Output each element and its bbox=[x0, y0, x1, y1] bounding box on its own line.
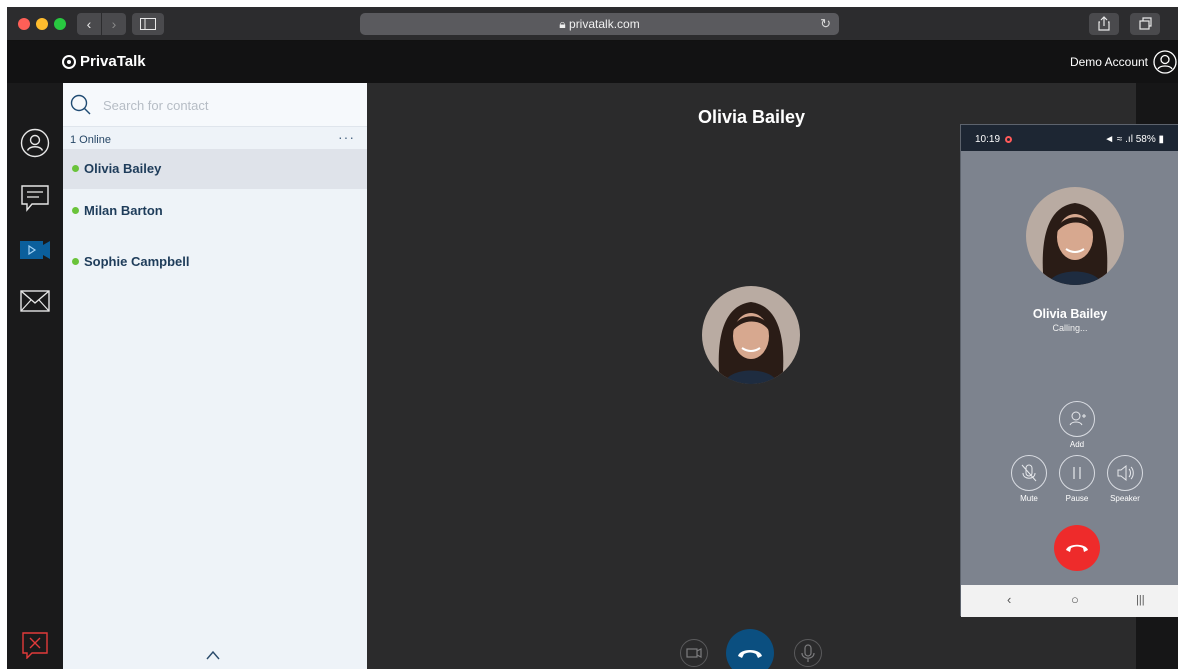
messages-icon[interactable] bbox=[20, 183, 50, 213]
contact-search bbox=[63, 83, 367, 127]
mute-button[interactable] bbox=[1011, 455, 1047, 491]
contact-name: Milan Barton bbox=[84, 203, 163, 218]
mute-icon bbox=[1021, 464, 1037, 482]
minimize-window-button[interactable] bbox=[36, 18, 48, 30]
battery-icon: ▮ bbox=[1155, 134, 1164, 145]
share-icon bbox=[1098, 16, 1110, 31]
hang-up-icon bbox=[738, 650, 762, 658]
pause-button[interactable] bbox=[1059, 455, 1095, 491]
contacts-icon[interactable] bbox=[20, 128, 50, 158]
phone-time: 10:19 bbox=[975, 134, 1001, 145]
phone-battery: ◄ ≈ .ıl 58% ▮ bbox=[1104, 134, 1164, 145]
left-nav-rail bbox=[7, 83, 63, 669]
phone-call-status: Calling... bbox=[1052, 323, 1088, 333]
phone-back-button[interactable]: ‹ bbox=[1007, 592, 1011, 607]
add-label: Add bbox=[1069, 440, 1085, 449]
contact-item-milan-barton[interactable]: Milan Barton bbox=[63, 191, 367, 231]
microphone-toggle-button[interactable] bbox=[794, 639, 822, 667]
recording-icon bbox=[1005, 136, 1012, 143]
url-text: privatalk.com bbox=[569, 17, 640, 31]
sidebar-toggle-button[interactable] bbox=[132, 13, 164, 35]
browser-toolbar: ‹ › 🔒︎ privatalk.com ↻ bbox=[7, 7, 1178, 41]
speaker-button[interactable] bbox=[1107, 455, 1143, 491]
pause-icon bbox=[1073, 467, 1081, 479]
phone-callee-name: Olivia Bailey bbox=[1032, 307, 1108, 321]
exit-call-icon[interactable] bbox=[21, 631, 49, 659]
account-avatar-icon[interactable] bbox=[1153, 50, 1177, 74]
video-call-icon[interactable] bbox=[20, 235, 50, 265]
phone-nav-bar: ‹ ○ ||| bbox=[961, 585, 1178, 617]
tabs-overview-button[interactable] bbox=[1130, 13, 1160, 35]
phone-callee-avatar bbox=[1026, 187, 1124, 285]
mail-icon[interactable] bbox=[20, 286, 50, 316]
camera-icon bbox=[686, 648, 702, 658]
online-header: 1 Online ··· bbox=[63, 127, 367, 149]
search-icon bbox=[70, 94, 91, 115]
contact-list-panel: 1 Online ··· Olivia Bailey Milan Barton … bbox=[63, 83, 367, 669]
end-call-icon bbox=[1066, 544, 1088, 552]
reload-icon[interactable]: ↻ bbox=[820, 13, 831, 35]
phone-status-bar: 10:19 ◄ ≈ .ıl 58% ▮ bbox=[961, 125, 1178, 151]
online-count: 1 Online bbox=[70, 134, 111, 146]
brand-logo[interactable]: PrivaTalk bbox=[62, 53, 146, 70]
callee-avatar bbox=[702, 286, 800, 384]
phone-home-button[interactable]: ○ bbox=[1071, 592, 1079, 607]
lock-icon: 🔒︎ bbox=[559, 17, 566, 31]
microphone-icon bbox=[801, 644, 815, 662]
portrait-image bbox=[702, 286, 800, 384]
contact-name: Sophie Campbell bbox=[84, 254, 190, 269]
battery-level: 58% bbox=[1135, 134, 1156, 145]
portrait-image bbox=[1026, 187, 1124, 285]
zoom-window-button[interactable] bbox=[54, 18, 66, 30]
video-toggle-button[interactable] bbox=[680, 639, 708, 667]
privatalk-logo-icon bbox=[62, 54, 76, 69]
phone-call-screen: Olivia Bailey Calling... Add Mute Pause bbox=[961, 151, 1178, 585]
speaker-label: Speaker bbox=[1110, 494, 1140, 503]
share-button[interactable] bbox=[1089, 13, 1119, 35]
speaker-icon bbox=[1117, 464, 1134, 482]
phone-end-call-button[interactable] bbox=[1054, 525, 1100, 571]
brand-name: PrivaTalk bbox=[80, 53, 146, 70]
online-status-dot bbox=[72, 207, 79, 214]
chevron-up-icon[interactable] bbox=[205, 649, 221, 661]
online-status-dot bbox=[72, 258, 79, 265]
online-status-dot bbox=[72, 165, 79, 172]
more-options-icon[interactable]: ··· bbox=[338, 129, 355, 145]
add-participant-button[interactable] bbox=[1059, 401, 1095, 437]
add-person-icon bbox=[1069, 411, 1086, 426]
forward-button[interactable]: › bbox=[102, 13, 126, 35]
hang-up-button[interactable] bbox=[726, 629, 774, 669]
search-input[interactable] bbox=[103, 95, 353, 115]
tabs-icon bbox=[1139, 17, 1152, 30]
close-window-button[interactable] bbox=[18, 18, 30, 30]
account-name[interactable]: Demo Account bbox=[1070, 55, 1148, 69]
app-header: PrivaTalk Demo Account bbox=[7, 41, 1178, 83]
sidebar-icon bbox=[140, 18, 156, 30]
phone-recent-apps-button[interactable]: ||| bbox=[1136, 594, 1145, 606]
address-bar[interactable]: 🔒︎ privatalk.com ↻ bbox=[360, 13, 839, 35]
back-button[interactable]: ‹ bbox=[77, 13, 101, 35]
signal-icon: ◄ ≈ .ıl bbox=[1104, 134, 1136, 145]
contact-item-olivia-bailey[interactable]: Olivia Bailey bbox=[63, 149, 367, 189]
contact-name: Olivia Bailey bbox=[84, 161, 162, 176]
phone-screen-overlay: 10:19 ◄ ≈ .ıl 58% ▮ Olivia Bailey Callin… bbox=[960, 124, 1178, 617]
contact-item-sophie-campbell[interactable]: Sophie Campbell bbox=[63, 242, 367, 282]
